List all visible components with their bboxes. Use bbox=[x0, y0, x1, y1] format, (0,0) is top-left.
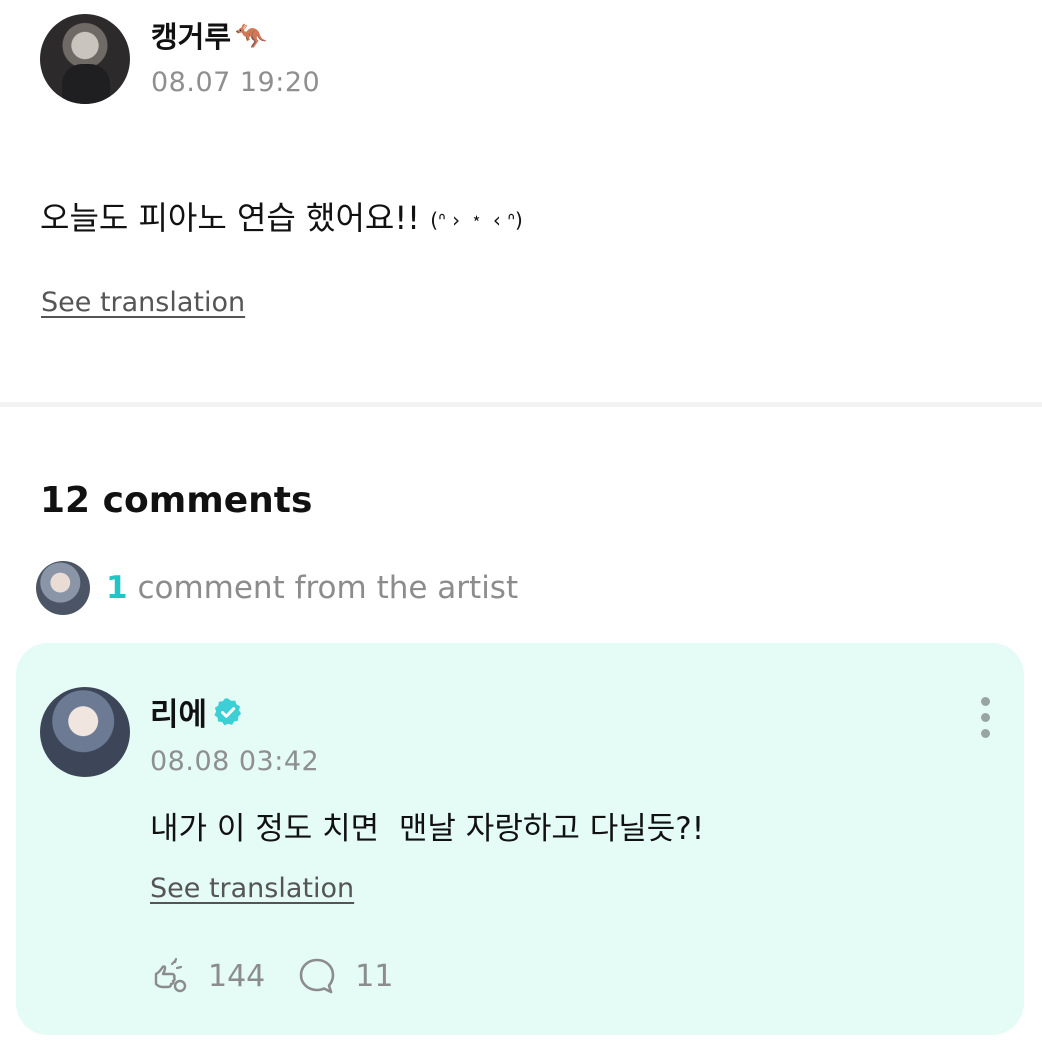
comments-count-title: 12 comments bbox=[40, 480, 313, 521]
post-body: 오늘도 피아노 연습 했어요!! (ᐢ › ﹡ ‹ ᐢ) bbox=[40, 193, 523, 239]
artist-comment-text: comment from the artist bbox=[137, 570, 519, 606]
like-button[interactable]: 144 bbox=[150, 956, 265, 996]
more-dot bbox=[980, 729, 990, 738]
post-detail-page: 캥거루 🦘 08.07 19:20 오늘도 피아노 연습 했어요!! (ᐢ › … bbox=[0, 0, 1042, 1059]
author-name-text: 캥거루 bbox=[151, 20, 232, 54]
artist-comments-filter[interactable]: 1 comment from the artist bbox=[36, 561, 518, 615]
like-count: 144 bbox=[208, 958, 266, 994]
artist-comments-label: 1 comment from the artist bbox=[106, 570, 518, 606]
author-avatar[interactable] bbox=[40, 14, 130, 104]
comment-timestamp: 08.08 03:42 bbox=[150, 746, 320, 777]
more-options-icon[interactable] bbox=[978, 697, 992, 741]
artist-comment-count: 1 bbox=[106, 570, 128, 606]
post-header: 캥거루 🦘 08.07 19:20 bbox=[40, 14, 320, 104]
more-dot bbox=[980, 713, 990, 722]
kangaroo-emoji: 🦘 bbox=[235, 22, 268, 52]
like-icon bbox=[154, 957, 187, 993]
post-kaomoji: (ᐢ › ﹡ ‹ ᐢ) bbox=[430, 208, 523, 232]
artist-mini-avatar bbox=[36, 561, 90, 615]
reply-count: 11 bbox=[355, 958, 394, 994]
author-name[interactable]: 캥거루 🦘 bbox=[151, 20, 320, 54]
post-timestamp: 08.07 19:20 bbox=[151, 67, 321, 98]
reply-button[interactable]: 11 bbox=[297, 956, 393, 996]
artist-comment-card: 리에 08.08 03:42 내가 이 정도 치면 맨날 자랑하고 다닐듯?! … bbox=[16, 643, 1024, 1035]
post-see-translation-link[interactable]: See translation bbox=[41, 287, 245, 318]
section-divider bbox=[0, 402, 1042, 407]
more-dot bbox=[980, 697, 990, 706]
verified-icon bbox=[214, 697, 242, 725]
reply-icon bbox=[299, 958, 335, 994]
commenter-name-text: 리에 bbox=[150, 697, 208, 733]
commenter-avatar[interactable] bbox=[40, 687, 130, 777]
post-body-text: 오늘도 피아노 연습 했어요!! bbox=[40, 199, 431, 237]
comment-see-translation-link[interactable]: See translation bbox=[150, 873, 354, 904]
comment-actions: 144 11 bbox=[150, 956, 393, 996]
comment-body: 내가 이 정도 치면 맨날 자랑하고 다닐듯?! bbox=[150, 811, 705, 847]
comment-meta: 리에 08.08 03:42 bbox=[150, 689, 319, 777]
author-meta: 캥거루 🦘 08.07 19:20 bbox=[151, 20, 320, 98]
commenter-name[interactable]: 리에 bbox=[150, 689, 319, 734]
